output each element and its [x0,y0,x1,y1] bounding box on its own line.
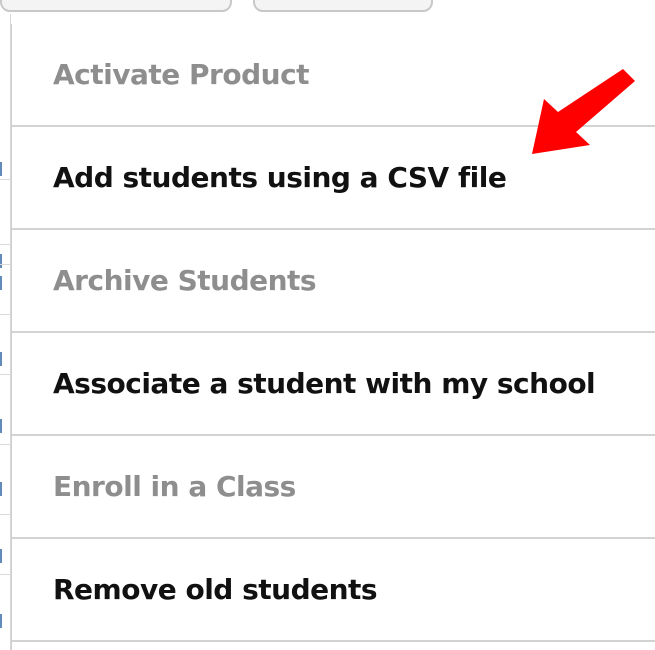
menu-item-label: Add students using a CSV file [53,161,507,194]
toolbar-button-left[interactable] [0,0,232,12]
menu-item-associate-student[interactable]: Associate a student with my school [12,333,655,436]
menu-item-label: Associate a student with my school [53,367,596,400]
background-page-edge [0,14,11,650]
menu-item-enroll-in-class[interactable]: Enroll in a Class [12,436,655,539]
toolbar-button-right[interactable] [253,0,433,12]
background-link-fragment [0,614,10,628]
menu-item-archive-students[interactable]: Archive Students [12,230,655,333]
menu-item-label: Enroll in a Class [53,470,296,503]
background-link-fragment [0,352,10,366]
background-link-fragment [0,419,10,433]
menu-item-label: Archive Students [53,264,317,297]
menu-item-label: Activate Product [53,58,310,91]
background-link-fragment [0,482,10,496]
background-link-fragment [0,162,10,176]
background-link-fragment [0,549,10,563]
background-link-fragment [0,276,10,290]
menu-item-remove-old-students[interactable]: Remove old students [12,539,655,642]
screen: Activate Product Add students using a CS… [0,0,655,650]
menu-item-label: Remove old students [53,573,378,606]
arrow-shape [532,69,635,154]
background-link-fragment [0,254,10,268]
red-arrow-annotation [532,69,635,154]
